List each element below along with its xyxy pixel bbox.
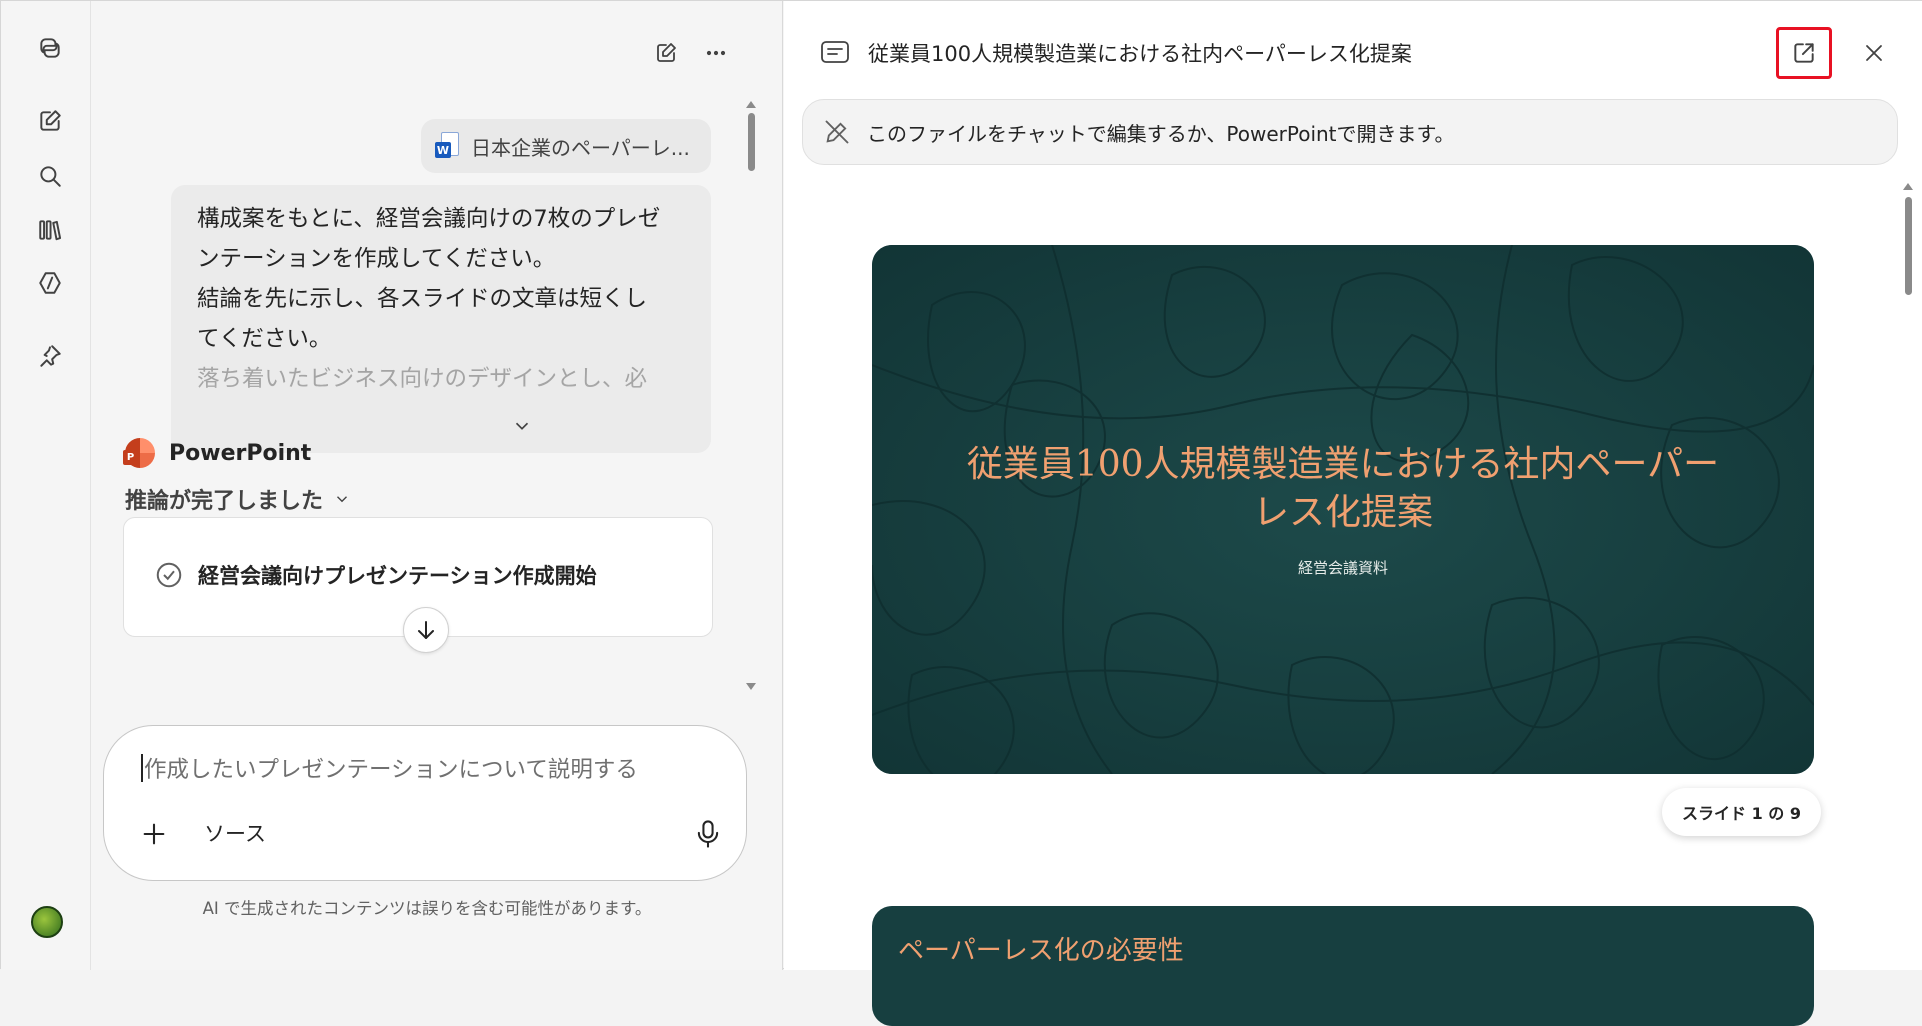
scroll-up-arrow-icon[interactable] <box>746 101 756 108</box>
attachment-label: 日本企業のペーパーレ... <box>471 135 690 160</box>
slide-counter-badge: スライド 1 の 9 <box>1662 788 1821 836</box>
close-icon <box>1866 45 1882 61</box>
chat-pane: W 日本企業のペーパーレ... 構成案をもとに、経営会議向けの7枚のプレゼ ンテ… <box>91 1 783 970</box>
search-icon[interactable] <box>29 155 71 197</box>
preview-header: 従業員100人規模製造業における社内ペーパーレス化提案 <box>784 1 1922 97</box>
scroll-to-bottom-button[interactable] <box>403 607 449 653</box>
powerpoint-logo-icon: P <box>123 438 155 468</box>
open-in-app-button[interactable] <box>1776 27 1832 79</box>
slide-thumbnail-1[interactable]: 従業員100人規模製造業における社内ペーパー レス化提案 経営会議資料 <box>872 245 1814 774</box>
source-button[interactable]: ソース <box>204 818 266 848</box>
ai-disclaimer: AI で生成されたコンテンツは誤りを含む可能性があります。 <box>202 899 652 918</box>
document-icon <box>820 39 850 65</box>
microphone-icon[interactable] <box>694 818 722 850</box>
open-in-app-icon <box>1794 43 1814 63</box>
slide-title: 従業員100人規模製造業における社内ペーパー レス化提案 <box>912 441 1774 537</box>
copilot-logo-icon[interactable] <box>29 27 71 69</box>
scroll-down-arrow-icon[interactable] <box>746 683 756 690</box>
word-file-icon: W <box>435 132 459 160</box>
powerpoint-agent-header: P PowerPoint <box>123 438 312 468</box>
edit-notice-text: このファイルをチャットで編集するか、PowerPointで開きます。 <box>867 121 1455 146</box>
arrow-down-icon <box>418 621 434 639</box>
more-icon[interactable] <box>697 34 735 72</box>
reasoning-toggle[interactable]: 推論が完了しました <box>125 483 351 515</box>
attachment-chip[interactable]: W 日本企業のペーパーレ... <box>421 119 711 173</box>
document-title: 従業員100人規模製造業における社内ペーパーレス化提案 <box>868 42 1412 66</box>
composer-placeholder[interactable]: 作成したいプレゼンテーションについて説明する <box>144 752 638 784</box>
add-icon[interactable] <box>136 816 172 852</box>
avatar[interactable] <box>31 906 63 938</box>
user-message-line: てください。 <box>197 326 332 352</box>
reasoning-label: 推論が完了しました <box>125 489 324 514</box>
user-message-line: ンテーションを作成してください。 <box>197 246 556 272</box>
agent-name: PowerPoint <box>169 440 312 466</box>
pin-icon[interactable] <box>29 335 71 377</box>
scroll-up-arrow-icon[interactable] <box>1903 183 1913 190</box>
slide-title: ペーパーレス化の必要性 <box>898 936 1184 966</box>
user-message-line: 結論を先に示し、各スライドの文章は短くし <box>197 286 648 312</box>
slide-subtitle: 経営会議資料 <box>1297 559 1388 577</box>
close-button[interactable] <box>1854 33 1894 73</box>
library-icon[interactable] <box>29 209 71 251</box>
chat-scrollbar-thumb[interactable] <box>748 113 755 171</box>
expand-message-chevron-icon[interactable] <box>511 415 533 437</box>
create-icon[interactable] <box>29 262 71 304</box>
slide-title-line: レス化提案 <box>1252 492 1433 533</box>
user-message: 構成案をもとに、経営会議向けの7枚のプレゼ ンテーションを作成してください。 結… <box>171 185 711 453</box>
preview-scrollbar-thumb[interactable] <box>1905 197 1912 295</box>
preview-pane: 従業員100人規模製造業における社内ペーパーレス化提案 このファイルをチャットで… <box>784 1 1922 1026</box>
edit-disabled-icon <box>825 120 849 144</box>
check-circle-icon <box>156 562 182 588</box>
message-composer[interactable]: 作成したいプレゼンテーションについて説明する ソース <box>103 725 747 881</box>
chevron-down-icon <box>337 496 347 503</box>
edit-notice-banner: このファイルをチャットで編集するか、PowerPointで開きます。 <box>802 99 1898 165</box>
app-window: W 日本企業のペーパーレ... 構成案をもとに、経営会議向けの7枚のプレゼ ンテ… <box>0 0 1922 1026</box>
reasoning-step: 経営会議向けプレゼンテーション作成開始 <box>154 560 597 590</box>
reasoning-step-label: 経営会議向けプレゼンテーション作成開始 <box>198 564 597 588</box>
left-rail <box>1 1 91 970</box>
slide-thumbnail-2[interactable]: ペーパーレス化の必要性 <box>872 906 1814 1026</box>
slide-title-line: 従業員100人規模製造業における社内ペーパー <box>966 444 1720 485</box>
user-message-line: 構成案をもとに、経営会議向けの7枚のプレゼ <box>197 206 661 232</box>
new-chat-icon[interactable] <box>29 100 71 142</box>
compose-icon[interactable] <box>647 34 685 72</box>
